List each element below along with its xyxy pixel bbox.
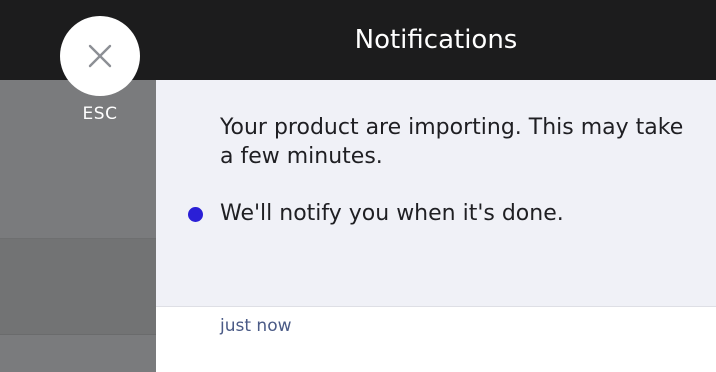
panel-title: Notifications [354,25,518,55]
notification-message: Your product are importing. This may tak… [220,113,690,228]
unread-indicator [188,207,203,222]
panel-header: Notifications [156,0,716,80]
close-icon [88,44,112,68]
notifications-screen: ESC Notifications Your product are impor… [0,0,716,372]
notification-timestamp: just now [220,316,292,336]
esc-hint: ESC [82,104,118,124]
notification-item[interactable]: Your product are importing. This may tak… [156,80,716,336]
backdrop-divider [0,334,156,335]
close-button[interactable] [60,16,140,96]
notification-text: Your product are importing. This may tak… [220,115,684,169]
notification-text: We'll notify you when it's done. [220,201,564,226]
notifications-panel: Notifications Your product are importing… [156,0,716,372]
backdrop-row [0,239,156,334]
